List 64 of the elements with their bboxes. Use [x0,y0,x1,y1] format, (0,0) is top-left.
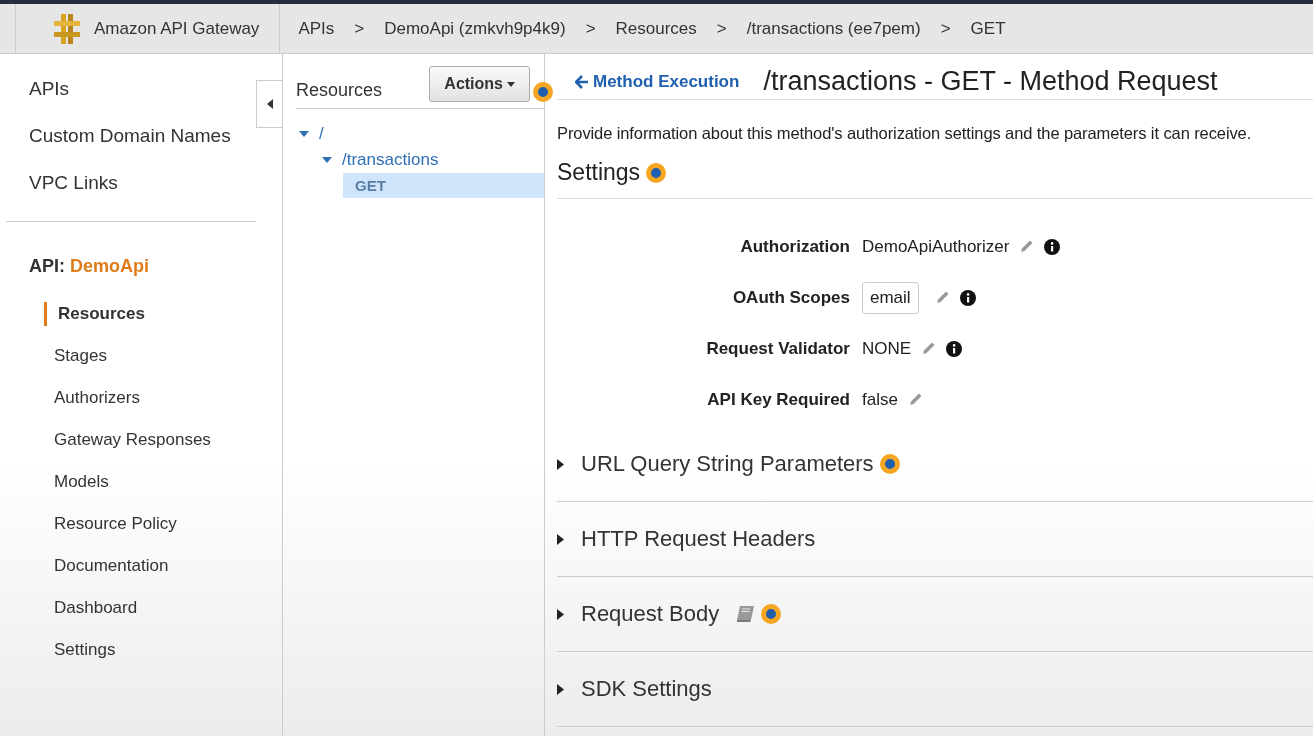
arrow-left-icon [575,74,589,89]
page-title: /transactions - GET - Method Request [763,66,1218,97]
setting-label: API Key Required [706,389,850,410]
expand-caret-icon[interactable] [557,458,565,470]
back-link[interactable]: Method Execution [575,71,740,92]
breadcrumb-separator: > [940,18,951,39]
breadcrumb-link[interactable]: GET [970,18,1006,39]
api-title: API: DemoApi [28,256,151,277]
hotspot-marker[interactable] [533,82,553,102]
book-icon[interactable] [735,605,756,623]
setting-label: Request Validator [705,338,850,359]
hotspot-marker[interactable] [761,604,782,624]
nav-link[interactable]: Custom Domain Names [6,113,256,160]
nav-link[interactable]: VPC Links [6,160,256,207]
setting-value: false [862,389,898,410]
nav-item[interactable]: Dashboard [6,587,256,629]
nav-link[interactable]: APIs [6,66,256,113]
hotspot-marker[interactable] [646,162,667,183]
breadcrumb-link[interactable]: /transactions (ee7pem) [746,18,921,39]
caret-down-icon [507,81,515,87]
nav-item[interactable]: Settings [6,629,256,671]
section-heading[interactable]: Request Body [581,601,720,627]
tree-item[interactable]: /transactions [342,150,439,170]
hotspot-marker[interactable] [879,454,900,474]
nav-item[interactable]: Documentation [6,545,256,587]
caret-left-icon [266,99,273,109]
expand-caret-icon[interactable] [557,533,565,545]
breadcrumb-link[interactable]: DemoApi (zmkvh9p4k9) [384,18,566,39]
breadcrumb-link[interactable]: Resources [615,18,697,39]
breadcrumb-separator: > [585,18,596,39]
nav-item[interactable]: Stages [6,335,256,377]
description-text: Provide information about this method's authorization settings and the parameters it can receive. [557,124,1253,143]
expand-caret-icon[interactable] [557,608,565,620]
section-heading[interactable]: URL Query String Parameters [581,451,874,477]
section-heading[interactable]: HTTP Request Headers [581,526,816,552]
panel-title: Resources [296,78,384,101]
pencil-icon[interactable] [907,392,923,407]
section-heading: Settings [557,159,641,186]
breadcrumb-separator: > [716,18,727,39]
expand-caret-icon[interactable] [557,683,565,695]
scope-tag: email [862,281,919,314]
nav-item[interactable]: Authorizers [6,377,256,419]
setting-label: OAuth Scopes [731,287,850,308]
pencil-icon[interactable] [921,341,937,356]
logo-icon [52,12,82,45]
collapse-button[interactable] [256,80,282,128]
info-icon[interactable] [1044,238,1061,255]
pencil-icon[interactable] [1019,239,1035,254]
setting-label: Authorization [739,236,850,257]
setting-value: NONE [862,338,912,359]
section-heading[interactable]: SDK Settings [581,676,712,702]
nav-item[interactable]: Resource Policy [6,503,256,545]
breadcrumb-link[interactable]: APIs [298,18,335,39]
setting-value: DemoApiAuthorizer [862,236,1010,257]
breadcrumb-separator: > [354,18,365,39]
nav-item[interactable]: Gateway Responses [6,419,256,461]
product-name[interactable]: Amazon API Gateway [94,18,260,39]
info-icon[interactable] [959,289,976,306]
actions-button[interactable]: Actions [429,66,530,102]
info-icon[interactable] [946,340,963,357]
tree-item[interactable]: / [319,124,324,144]
nav-item[interactable]: Resources [44,302,256,326]
nav-item[interactable]: Models [6,461,256,503]
pencil-icon[interactable] [934,290,950,305]
